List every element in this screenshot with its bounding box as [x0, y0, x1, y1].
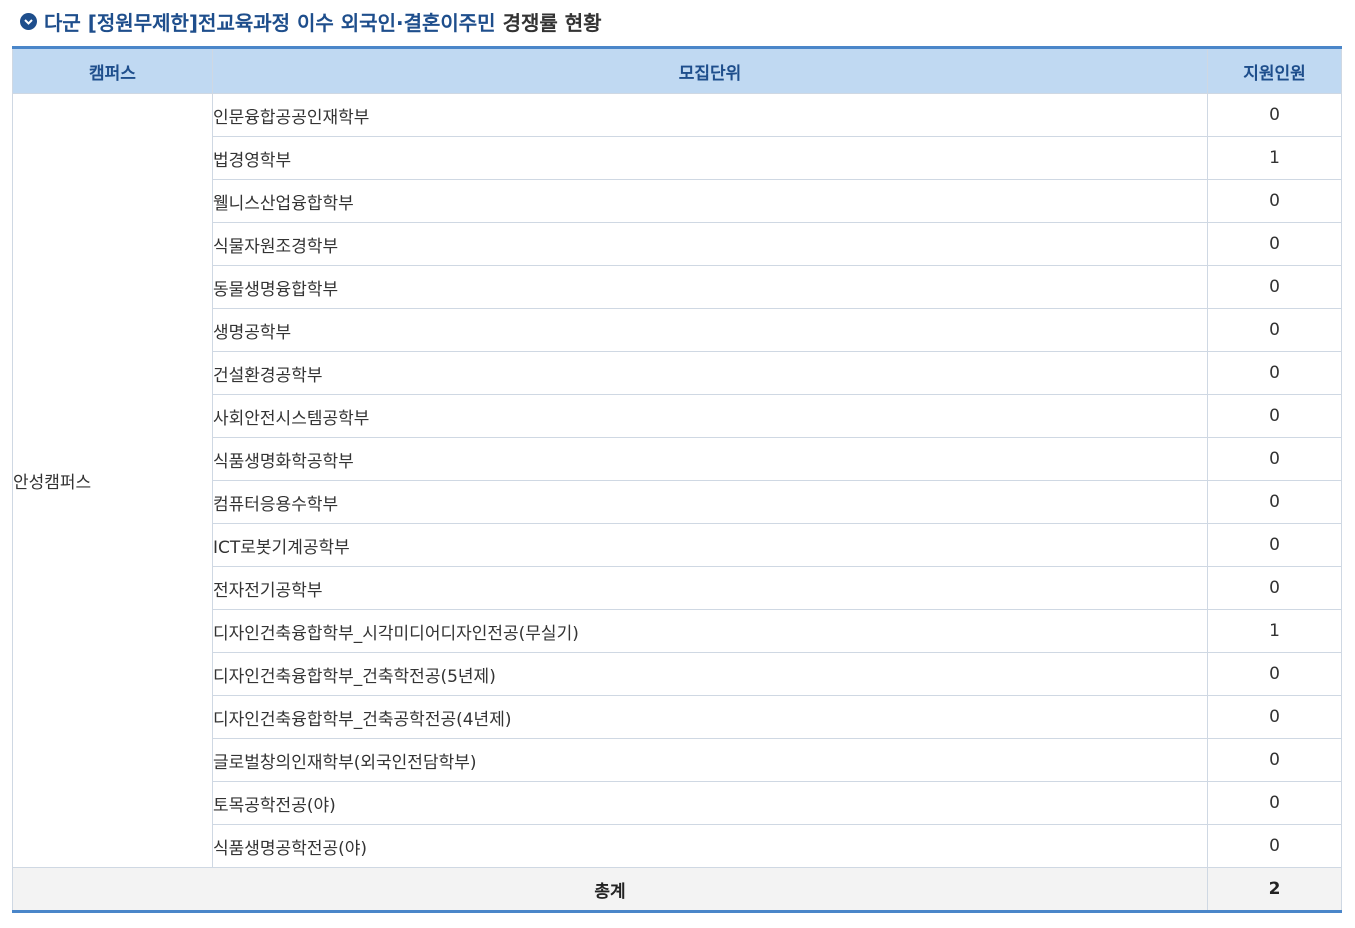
- table-row: 생명공학부 0: [13, 308, 1342, 352]
- unit-cell: 컴퓨터응용수학부: [212, 480, 1208, 524]
- table-row: 식품생명화학공학부 0: [13, 437, 1342, 481]
- campus-cell: 안성캠퍼스: [12, 93, 213, 868]
- unit-cell: 전자전기공학부: [212, 566, 1208, 610]
- unit-cell: 식품생명공학전공(야): [212, 824, 1208, 868]
- unit-cell: 인문융합공공인재학부: [212, 93, 1208, 137]
- table-row: 전자전기공학부 0: [13, 566, 1342, 610]
- unit-cell: 토목공학전공(야): [212, 781, 1208, 825]
- header-applicants: 지원인원: [1207, 47, 1342, 94]
- applicant-count-cell: 0: [1207, 437, 1342, 481]
- unit-cell: 건설환경공학부: [212, 351, 1208, 395]
- unit-cell: 동물생명융합학부: [212, 265, 1208, 309]
- applicant-count-cell: 0: [1207, 93, 1342, 137]
- applicant-count-cell: 0: [1207, 738, 1342, 782]
- table-row: 사회안전시스템공학부 0: [13, 394, 1342, 438]
- table-body: 안성캠퍼스 인문융합공공인재학부 0 법경영학부 1 웰니스산업융합학부 0 식물자원조경학부…: [12, 93, 1342, 868]
- unit-cell: 생명공학부: [212, 308, 1208, 352]
- unit-cell: 법경영학부: [212, 136, 1208, 180]
- unit-cell: 디자인건축융합학부_시각미디어디자인전공(무실기): [212, 609, 1208, 653]
- unit-cell: 식품생명화학공학부: [212, 437, 1208, 481]
- unit-cell: ICT로봇기계공학부: [212, 523, 1208, 567]
- applicant-count-cell: 0: [1207, 351, 1342, 395]
- table-row: 컴퓨터응용수학부 0: [13, 480, 1342, 524]
- table-row: 안성캠퍼스 인문융합공공인재학부 0: [12, 93, 1342, 868]
- applicant-count-cell: 0: [1207, 824, 1342, 868]
- applicant-count-cell: 1: [1207, 136, 1342, 180]
- total-row: 총계 2: [12, 867, 1342, 912]
- table-row: 디자인건축융합학부_건축공학전공(4년제) 0: [13, 695, 1342, 739]
- header-campus: 캠퍼스: [12, 47, 213, 94]
- table-row: ICT로봇기계공학부 0: [13, 523, 1342, 567]
- table-row: 건설환경공학부 0: [13, 351, 1342, 395]
- title-highlight: 다군 [정원무제한]전교육과정 이수 외국인·결혼이주민: [44, 10, 496, 35]
- applicant-count-cell: 0: [1207, 480, 1342, 524]
- unit-cell: 식물자원조경학부: [212, 222, 1208, 266]
- table-row: 글로벌창의인재학부(외국인전담학부) 0: [13, 738, 1342, 782]
- table-row: 토목공학전공(야) 0: [13, 781, 1342, 825]
- applicant-count-cell: 0: [1207, 523, 1342, 567]
- table-row: 디자인건축융합학부_시각미디어디자인전공(무실기) 1: [13, 609, 1342, 653]
- applicant-count-cell: 0: [1207, 781, 1342, 825]
- title-rest: 경쟁률 현황: [502, 10, 602, 35]
- table-row: 식품생명공학전공(야) 0: [13, 824, 1342, 868]
- unit-cell: 웰니스산업융합학부: [212, 179, 1208, 223]
- page-title: 다군 [정원무제한]전교육과정 이수 외국인·결혼이주민 경쟁률 현황: [20, 6, 602, 36]
- table-row: 디자인건축융합학부_건축학전공(5년제) 0: [13, 652, 1342, 696]
- table-row: 웰니스산업융합학부 0: [13, 179, 1342, 223]
- table-header-row: 캠퍼스 모집단위 지원인원: [12, 47, 1342, 94]
- table-row: 식물자원조경학부 0: [13, 222, 1342, 266]
- total-label: 총계: [12, 867, 1208, 912]
- applicant-count-cell: 0: [1207, 179, 1342, 223]
- unit-cell: 디자인건축융합학부_건축학전공(5년제): [212, 652, 1208, 696]
- header-unit: 모집단위: [212, 47, 1208, 94]
- check-circle-icon: [20, 12, 37, 30]
- applicant-count-cell: 0: [1207, 222, 1342, 266]
- unit-cell: 글로벌창의인재학부(외국인전담학부): [212, 738, 1208, 782]
- applicant-count-cell: 1: [1207, 609, 1342, 653]
- unit-cell: 사회안전시스템공학부: [212, 394, 1208, 438]
- applicant-count-cell: 0: [1207, 652, 1342, 696]
- applicant-count-cell: 0: [1207, 308, 1342, 352]
- applicant-count-cell: 0: [1207, 566, 1342, 610]
- table-row: 동물생명융합학부 0: [13, 265, 1342, 309]
- applicant-count-cell: 0: [1207, 265, 1342, 309]
- competition-table: 캠퍼스 모집단위 지원인원 안성캠퍼스 인문융합공공인재학부 0 법경영학부 1 웰니스산…: [12, 46, 1342, 913]
- table-row: 법경영학부 1: [13, 136, 1342, 180]
- applicant-count-cell: 0: [1207, 394, 1342, 438]
- unit-cell: 디자인건축융합학부_건축공학전공(4년제): [212, 695, 1208, 739]
- applicant-count-cell: 0: [1207, 695, 1342, 739]
- total-count: 2: [1207, 867, 1342, 912]
